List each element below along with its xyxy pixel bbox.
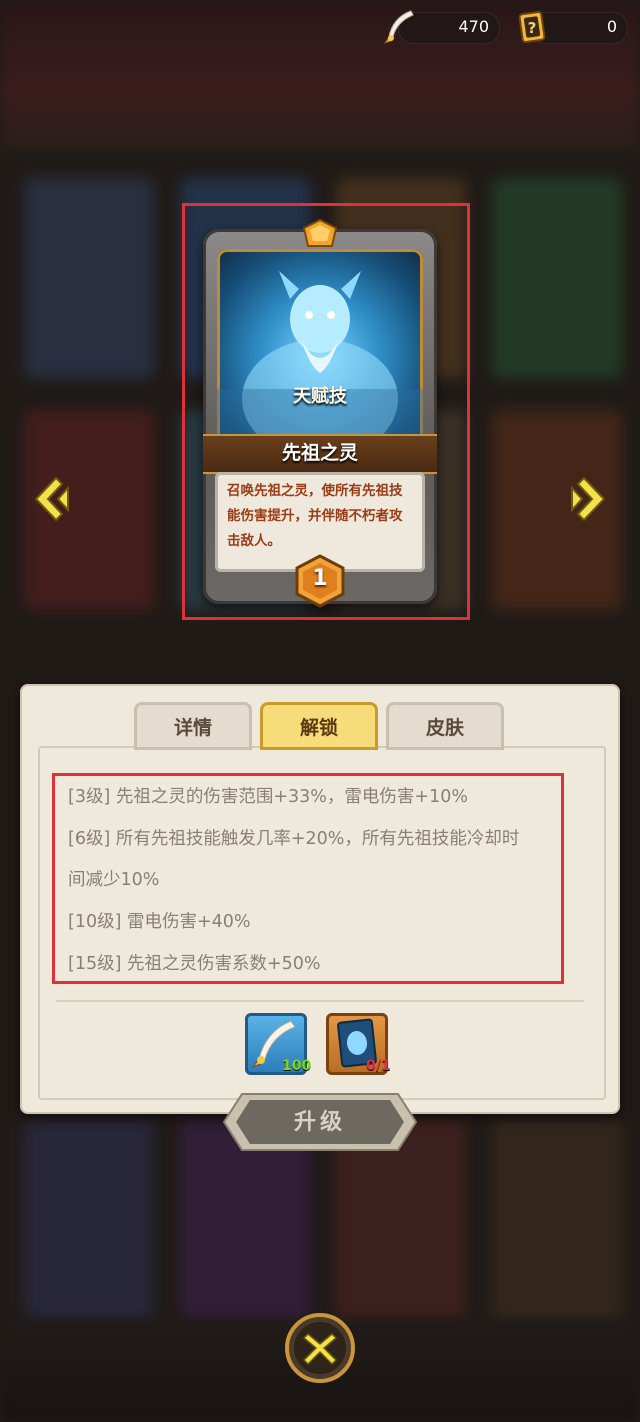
tab-details[interactable]: 详情 [134, 702, 252, 750]
divider [56, 1000, 584, 1002]
skill-card: 天赋技 先祖之灵 召唤先祖之灵，使所有先祖技能伤害提升，并伴随不朽者攻击敌人。 … [193, 214, 447, 608]
card-top-gem-icon [302, 218, 338, 247]
tab-unlock[interactable]: 解锁 [260, 702, 378, 750]
card-type-label: 天赋技 [293, 386, 347, 407]
unlock-level-6: [6级] 所有先祖技能触发几率+20%，所有先祖技能冷却时 [68, 829, 520, 849]
next-arrow-icon[interactable] [568, 474, 608, 524]
card-count: 0 [606, 17, 617, 36]
card-description: 召唤先祖之灵，使所有先祖技能伤害提升，并伴随不朽者攻击敌人。 [227, 483, 403, 549]
tab-skins-label: 皮肤 [425, 717, 464, 739]
tab-details-label: 详情 [173, 717, 212, 739]
tab-unlock-label: 解锁 [299, 717, 338, 739]
unlock-level-3: [3级] 先祖之灵的伤害范围+33%，雷电伤害+10% [68, 787, 468, 807]
close-icon[interactable] [284, 1312, 356, 1384]
tab-skins[interactable]: 皮肤 [386, 702, 504, 750]
spirit-figure-icon [217, 271, 423, 444]
feather-cost-count: 100 [282, 1058, 311, 1074]
ancestor-spirit-art [217, 249, 423, 444]
card-name: 先祖之灵 [281, 442, 358, 464]
upgrade-button-label[interactable]: 升级 [222, 1104, 418, 1136]
card-currency[interactable]: ? 0 [518, 10, 628, 44]
unlock-level-6-continued: 间减少10% [68, 870, 160, 890]
unlock-level-10: [10级] 雷电伤害+40% [68, 912, 251, 932]
feather-count: 470 [458, 17, 489, 36]
card-cost-count-text: 0/1 [366, 1058, 391, 1074]
card-level: 1 [312, 566, 328, 591]
question-card-icon: ? [518, 10, 546, 44]
svg-text:?: ? [528, 19, 537, 37]
unlock-level-15: [15级] 先祖之灵伤害系数+50% [68, 954, 321, 974]
feather-currency[interactable]: 470 [383, 10, 500, 44]
previous-arrow-icon[interactable] [32, 474, 72, 524]
card-cost-count: 0/1 [366, 1058, 391, 1074]
feather-cost-count-text: 100 [282, 1058, 312, 1074]
feather-icon [383, 10, 414, 44]
